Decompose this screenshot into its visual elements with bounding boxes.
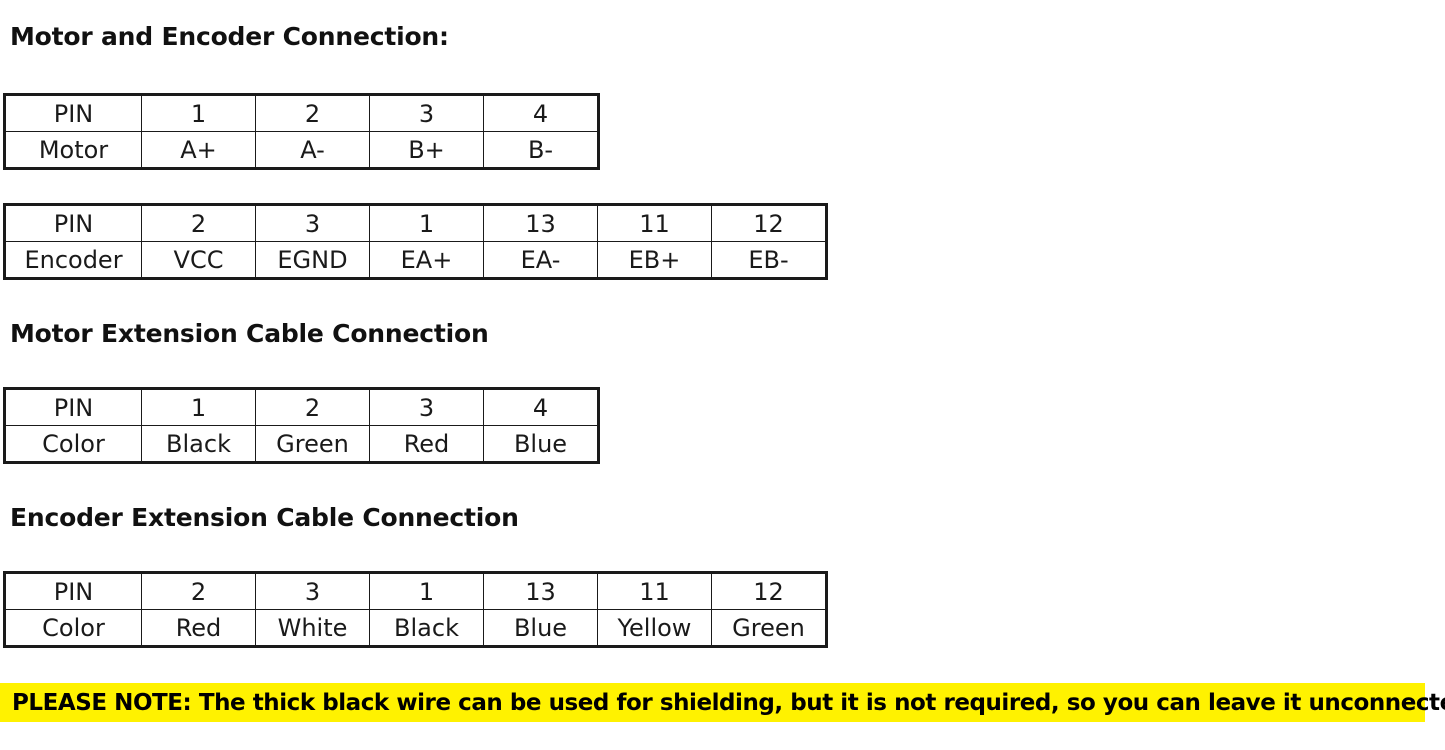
table-cell: EA+ [369, 241, 484, 279]
table-cell: 4 [483, 94, 599, 132]
table-cell: 2 [141, 572, 256, 610]
row-label: PIN [4, 388, 142, 426]
table-cell: EB+ [597, 241, 712, 279]
table-cell: Green [711, 609, 827, 647]
table-cell: Red [369, 425, 484, 463]
row-label: PIN [4, 94, 142, 132]
table-row: PIN 2 3 1 13 11 12 [4, 204, 827, 242]
table-cell: 1 [369, 572, 484, 610]
table-cell: 1 [369, 204, 484, 242]
row-label: Motor [4, 131, 142, 169]
table-cell: 2 [141, 204, 256, 242]
table-cell: 12 [711, 204, 827, 242]
table-cell: Blue [483, 609, 598, 647]
table-cell: 4 [483, 388, 599, 426]
table-cell: Black [369, 609, 484, 647]
document-page: Motor and Encoder Connection: PIN 1 2 3 … [0, 0, 1445, 750]
table-row: PIN 1 2 3 4 [4, 94, 599, 132]
table-cell: Black [141, 425, 256, 463]
table-cell: 13 [483, 572, 598, 610]
section-heading-motor-extension-cable: Motor Extension Cable Connection [10, 319, 489, 348]
table-cell: 2 [255, 388, 370, 426]
row-label: PIN [4, 572, 142, 610]
table-cell: 3 [255, 572, 370, 610]
table-cell: White [255, 609, 370, 647]
table-cell: 3 [369, 94, 484, 132]
table-cell: Red [141, 609, 256, 647]
please-note-banner: PLEASE NOTE: The thick black wire can be… [0, 683, 1445, 722]
table-row: Color Red White Black Blue Yellow Green [4, 609, 827, 647]
encoder-connection-table: PIN 2 3 1 13 11 12 Encoder VCC EGND EA+ … [3, 203, 828, 280]
table-row: Color Black Green Red Blue [4, 425, 599, 463]
section-heading-encoder-extension-cable: Encoder Extension Cable Connection [10, 503, 519, 532]
table-cell: 1 [141, 94, 256, 132]
table-cell: Blue [483, 425, 599, 463]
please-note-text: PLEASE NOTE: The thick black wire can be… [12, 689, 1445, 716]
table-row: Motor A+ A- B+ B- [4, 131, 599, 169]
table-cell: Green [255, 425, 370, 463]
row-label: Color [4, 609, 142, 647]
table-row: PIN 1 2 3 4 [4, 388, 599, 426]
motor-connection-table: PIN 1 2 3 4 Motor A+ A- B+ B- [3, 93, 600, 170]
row-label: Encoder [4, 241, 142, 279]
table-row: Encoder VCC EGND EA+ EA- EB+ EB- [4, 241, 827, 279]
table-cell: Yellow [597, 609, 712, 647]
table-row: PIN 2 3 1 13 11 12 [4, 572, 827, 610]
row-label: Color [4, 425, 142, 463]
motor-extension-cable-table: PIN 1 2 3 4 Color Black Green Red Blue [3, 387, 600, 464]
table-cell: 11 [597, 572, 712, 610]
table-cell: 3 [255, 204, 370, 242]
table-cell: 3 [369, 388, 484, 426]
table-cell: 2 [255, 94, 370, 132]
table-cell: EGND [255, 241, 370, 279]
table-cell: 11 [597, 204, 712, 242]
table-cell: B- [483, 131, 599, 169]
table-cell: 1 [141, 388, 256, 426]
table-cell: VCC [141, 241, 256, 279]
encoder-extension-cable-table: PIN 2 3 1 13 11 12 Color Red White Black… [3, 571, 828, 648]
section-heading-motor-and-encoder: Motor and Encoder Connection: [10, 22, 449, 51]
table-cell: 12 [711, 572, 827, 610]
table-cell: A- [255, 131, 370, 169]
table-cell: 13 [483, 204, 598, 242]
table-cell: A+ [141, 131, 256, 169]
table-cell: B+ [369, 131, 484, 169]
row-label: PIN [4, 204, 142, 242]
table-cell: EA- [483, 241, 598, 279]
table-cell: EB- [711, 241, 827, 279]
